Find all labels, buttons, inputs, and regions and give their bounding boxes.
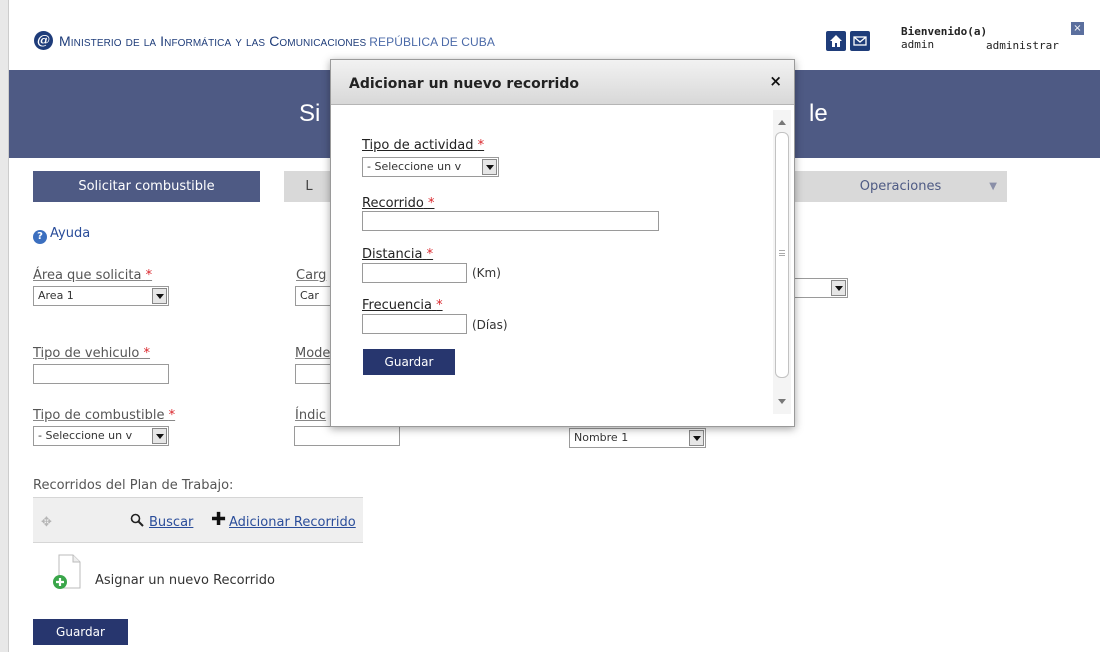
tipo-actividad-label: Tipo de actividad * (362, 138, 485, 153)
scroll-thumb[interactable] (775, 132, 789, 378)
close-icon[interactable]: × (769, 72, 782, 90)
scroll-up-icon[interactable] (778, 120, 786, 125)
tipo-actividad-select[interactable]: - Seleccione un v (362, 157, 499, 177)
grip-icon (779, 250, 785, 256)
recorrido-input[interactable] (362, 211, 659, 231)
distancia-input[interactable] (362, 263, 467, 283)
frecuencia-label: Frecuencia * (362, 298, 443, 313)
scroll-down-icon[interactable] (778, 399, 786, 404)
modal-title: Adicionar un nuevo recorrido (349, 76, 579, 92)
page: @ Ministerio de la Informática y las Com… (8, 0, 1100, 652)
modal-header: Adicionar un nuevo recorrido × (331, 60, 794, 105)
frecuencia-input[interactable] (362, 314, 467, 334)
frecuencia-unit: (Días) (472, 318, 508, 332)
modal-save-button[interactable]: Guardar (363, 349, 455, 375)
modal-scrollbar[interactable] (773, 110, 791, 414)
recorrido-label: Recorrido * (362, 196, 435, 211)
add-route-modal: Adicionar un nuevo recorrido × Tipo de a… (330, 59, 795, 427)
dropdown-arrow-icon (482, 159, 497, 175)
distancia-label: Distancia * (362, 247, 434, 262)
distancia-unit: (Km) (472, 266, 501, 280)
